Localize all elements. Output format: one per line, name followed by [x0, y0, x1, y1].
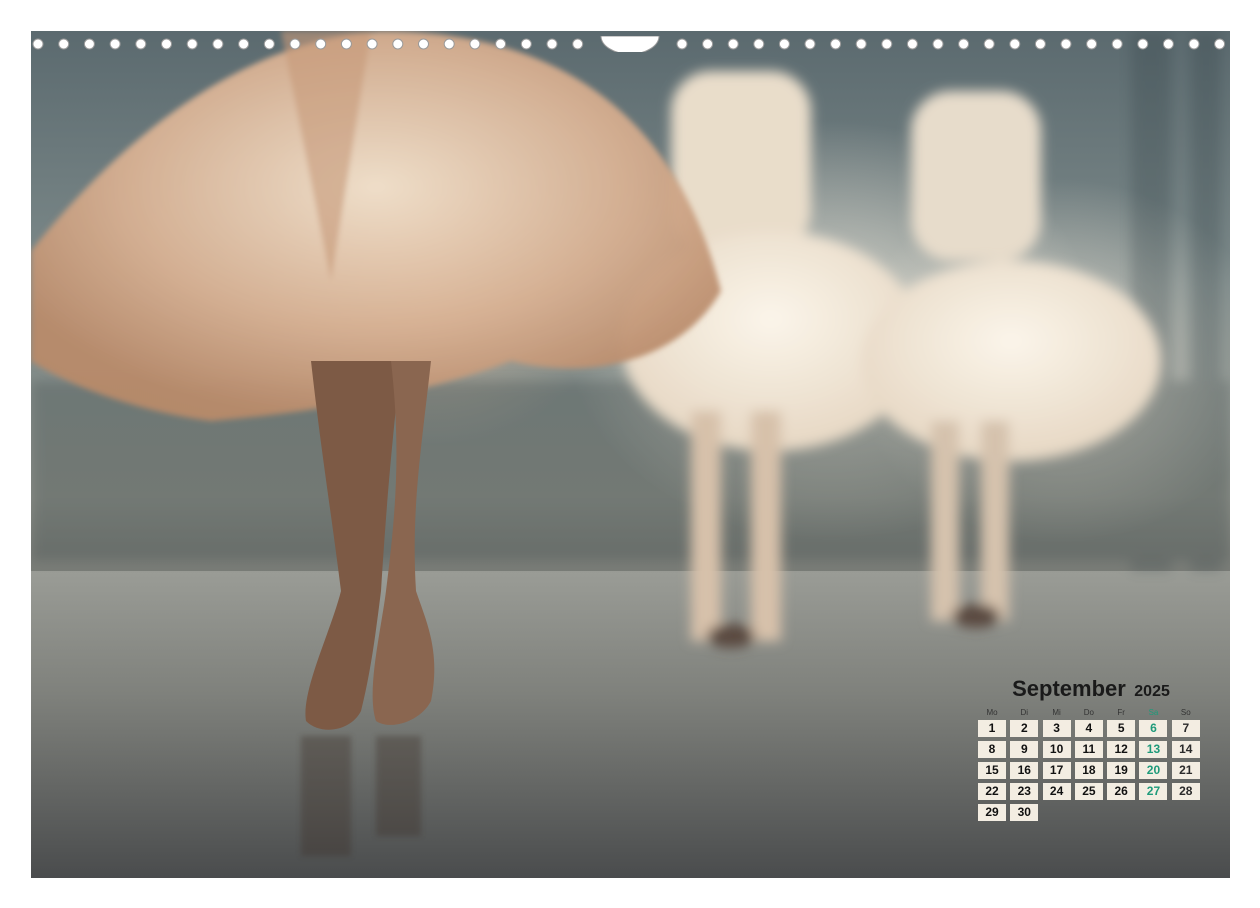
weekday-label: Di [1020, 708, 1029, 717]
calendar-day: 2 [1010, 720, 1039, 737]
calendar-day: 5 [1107, 720, 1136, 737]
binding-hole [546, 38, 558, 50]
binding-hole [1137, 38, 1149, 50]
calendar-year: 2025 [1134, 683, 1170, 700]
calendar-day: 9 [1010, 741, 1039, 758]
month-calendar: September 2025 Mo Di Mi Do Fr Sa So 1234567891… [978, 676, 1204, 821]
binding-hole [238, 38, 250, 50]
binding-hole [1060, 38, 1072, 50]
calendar-day: 19 [1107, 762, 1136, 779]
binding-hole [702, 38, 714, 50]
binding-hole [443, 38, 455, 50]
binding-hole [315, 38, 327, 50]
binding-hole [1214, 38, 1226, 50]
binding-hole [212, 38, 224, 50]
binding-hole [520, 38, 532, 50]
calendar-day: 22 [978, 783, 1006, 800]
calendar-day: 17 [1042, 762, 1071, 779]
binding-hole [109, 38, 121, 50]
calendar-day: 3 [1042, 720, 1071, 737]
binding-hole [572, 38, 584, 50]
binding-hole [1086, 38, 1098, 50]
calendar-day: 10 [1042, 741, 1071, 758]
weekday-header: Mo Di Mi Do Fr Sa So [978, 708, 1204, 717]
calendar-day: 27 [1139, 783, 1168, 800]
calendar-day: 29 [978, 804, 1006, 821]
hanger-notch [600, 36, 660, 52]
calendar-day: 24 [1042, 783, 1071, 800]
calendar-day: 11 [1074, 741, 1103, 758]
binding-hole [804, 38, 816, 50]
binding-hole [263, 38, 275, 50]
calendar-day: 23 [1010, 783, 1039, 800]
calendar-day: 18 [1074, 762, 1103, 779]
binding-hole [135, 38, 147, 50]
spiral-binding [32, 36, 1226, 52]
binding-hole [392, 38, 404, 50]
calendar-day: 7 [1171, 720, 1200, 737]
calendar-grid: 1 2 3 4 5 6 7 8 9 10 11 12 13 14 15 16 17 18 19 20 21 22 23 24 2… [978, 720, 1204, 821]
binding-hole [676, 38, 688, 50]
weekday-label: Mi [1052, 708, 1061, 717]
calendar-day: 4 [1074, 720, 1103, 737]
binding-hole [906, 38, 918, 50]
binding-hole [753, 38, 765, 50]
binding-hole [1034, 38, 1046, 50]
binding-hole [58, 38, 70, 50]
binding-hole [778, 38, 790, 50]
binding-hole [161, 38, 172, 50]
binding-hole [32, 38, 44, 50]
binding-hole [1188, 38, 1200, 50]
calendar-day: 25 [1074, 783, 1103, 800]
binding-hole [881, 38, 893, 50]
calendar-day: 21 [1171, 762, 1200, 779]
binding-hole [1009, 38, 1021, 50]
calendar-day: 8 [978, 741, 1006, 758]
binding-hole [366, 38, 378, 50]
weekday-label: Mo [986, 708, 998, 717]
binding-hole [1111, 38, 1123, 50]
weekday-label: So [1180, 708, 1191, 717]
calendar-day: 26 [1107, 783, 1136, 800]
calendar-day: 30 [1010, 804, 1039, 821]
weekday-label: Do [1083, 708, 1094, 717]
binding-hole [186, 38, 198, 50]
calendar-day: 1 [978, 720, 1006, 737]
weekday-label: Sa [1148, 708, 1159, 717]
calendar-day: 6 [1139, 720, 1168, 737]
binding-hole [83, 38, 95, 50]
binding-hole [289, 38, 301, 50]
calendar-day: 20 [1139, 762, 1168, 779]
calendar-day: 28 [1171, 783, 1200, 800]
binding-hole [418, 38, 429, 50]
binding-hole [727, 38, 739, 50]
calendar-month: September [1012, 676, 1126, 701]
binding-hole [340, 38, 352, 50]
binding-hole [932, 38, 944, 50]
binding-hole [495, 38, 507, 50]
binding-hole [983, 38, 995, 50]
binding-hole [1162, 38, 1174, 50]
weekday-label: Fr [1117, 708, 1125, 717]
calendar-day: 15 [978, 762, 1006, 779]
calendar-day: 12 [1107, 741, 1136, 758]
binding-hole [855, 38, 867, 50]
calendar-day: 16 [1010, 762, 1039, 779]
calendar-title: September 2025 [978, 676, 1204, 702]
calendar-day: 14 [1171, 741, 1200, 758]
calendar-day: 13 [1139, 741, 1168, 758]
binding-hole [958, 38, 970, 50]
binding-hole [469, 38, 481, 50]
binding-hole [830, 38, 842, 50]
